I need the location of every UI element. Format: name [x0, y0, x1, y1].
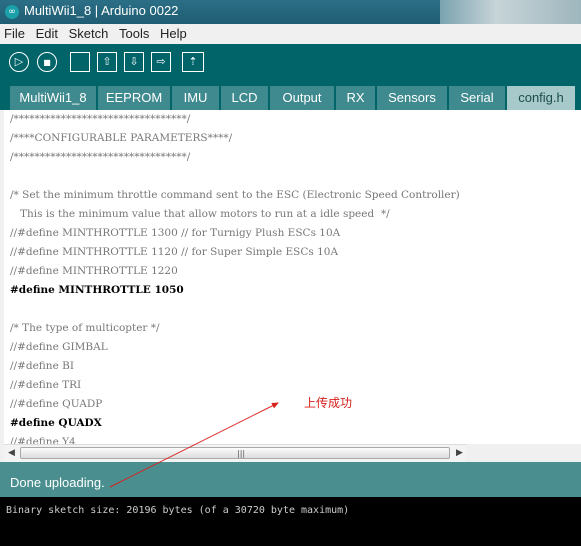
code-editor[interactable]: /*********************************/ /***… — [4, 110, 581, 444]
menu-help[interactable]: Help — [156, 24, 190, 41]
code-line: //#define MINTHROTTLE 1300 // for Turnig… — [10, 227, 341, 239]
status-bar: Done uploading. — [0, 462, 581, 497]
menu-bar: File Edit Sketch Tools Help — [0, 24, 581, 44]
code-line: //#define GIMBAL — [10, 341, 108, 353]
scroll-right-icon[interactable]: ▶ — [456, 448, 463, 458]
scroll-left-icon[interactable]: ◀ — [8, 448, 15, 458]
play-icon: ▷ — [14, 55, 24, 68]
code-line: //#define QUADP — [10, 398, 103, 410]
stop-icon: ■ — [43, 58, 51, 67]
tab-config[interactable]: config.h — [507, 86, 575, 110]
tab-eeprom[interactable]: EEPROM — [98, 86, 170, 110]
tab-imu[interactable]: IMU — [172, 86, 219, 110]
tab-serial[interactable]: Serial — [449, 86, 505, 110]
tab-output[interactable]: Output — [270, 86, 334, 110]
tab-bar: MultiWii1_8 EEPROM IMU LCD Output RX Sen… — [0, 82, 581, 110]
menu-file[interactable]: File — [0, 24, 28, 41]
save-icon: ⇩ — [129, 55, 139, 68]
code-line: #define MINTHROTTLE 1050 — [10, 284, 184, 296]
window-title: MultiWii1_8 | Arduino 0022 — [24, 3, 179, 18]
serial-monitor-icon: ⇡ — [188, 55, 198, 68]
code-line: //#define MINTHROTTLE 1220 — [10, 265, 178, 277]
title-bar: ∞ MultiWii1_8 | Arduino 0022 — [0, 0, 581, 24]
verify-button[interactable]: ▷ — [9, 52, 29, 72]
menu-sketch[interactable]: Sketch — [65, 24, 112, 41]
serial-monitor-button[interactable]: ⇡ — [182, 52, 204, 72]
code-line: //#define TRI — [10, 379, 82, 391]
stop-button[interactable]: ■ — [37, 52, 57, 72]
code-line: #define QUADX — [10, 417, 102, 429]
tab-sensors[interactable]: Sensors — [377, 86, 447, 110]
code-line: /* Set the minimum throttle command sent… — [10, 189, 460, 201]
code-line: //#define MINTHROTTLE 1120 // for Super … — [10, 246, 339, 258]
code-line: /*********************************/ — [10, 113, 191, 125]
console-message: Binary sketch size: 20196 bytes (of a 30… — [6, 505, 350, 516]
arduino-icon: ∞ — [5, 5, 19, 19]
code-line: /*********************************/ — [10, 151, 191, 163]
menu-edit[interactable]: Edit — [32, 24, 61, 41]
scrollbar-thumb[interactable] — [20, 447, 450, 459]
code-line: //#define BI — [10, 360, 74, 372]
menu-tools[interactable]: Tools — [115, 24, 152, 41]
upload-button[interactable]: ⇨ — [151, 52, 171, 72]
tab-lcd[interactable]: LCD — [221, 86, 268, 110]
tab-rx[interactable]: RX — [336, 86, 375, 110]
tab-multiwii[interactable]: MultiWii1_8 — [10, 86, 96, 110]
open-button[interactable]: ⇧ — [97, 52, 117, 72]
save-button[interactable]: ⇩ — [124, 52, 144, 72]
horizontal-scrollbar[interactable]: ◀ ||| ▶ — [4, 444, 466, 462]
code-line: /* The type of multicopter */ — [10, 322, 160, 334]
open-icon: ⇧ — [102, 55, 112, 68]
upload-icon: ⇨ — [156, 55, 166, 68]
code-line: /****CONFIGURABLE PARAMETERS****/ — [10, 132, 233, 144]
console-output: Binary sketch size: 20196 bytes (of a 30… — [0, 497, 581, 546]
code-line: //#define Y4 — [10, 436, 76, 444]
toolbar: ▷ ■ ⇧ ⇩ ⇨ ⇡ — [0, 44, 581, 82]
code-line: This is the minimum value that allow mot… — [10, 208, 390, 220]
status-message: Done uploading. — [10, 475, 105, 490]
annotation-text: 上传成功 — [304, 396, 353, 410]
scrollbar-grip-icon: ||| — [237, 449, 246, 458]
title-bar-glass — [440, 0, 581, 24]
new-button[interactable] — [70, 52, 90, 72]
